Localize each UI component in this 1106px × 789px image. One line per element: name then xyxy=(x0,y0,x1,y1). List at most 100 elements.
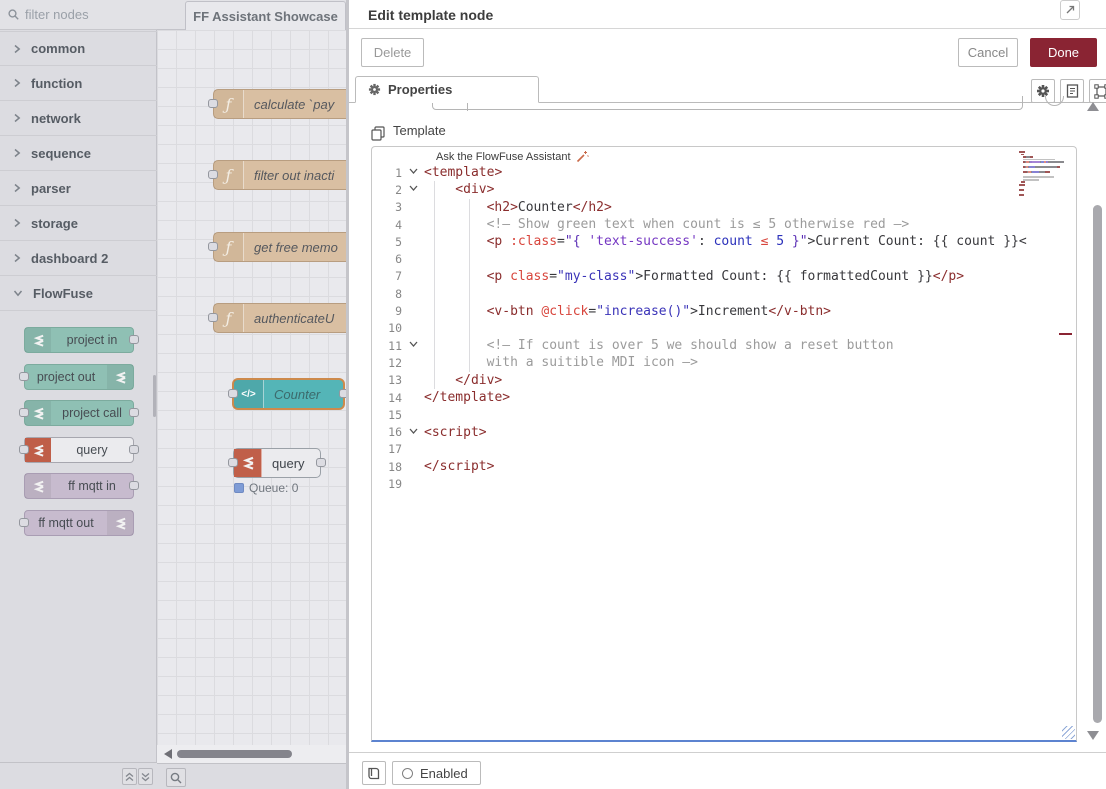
code-text[interactable]: <!— Show green text when count is ≤ 5 ot… xyxy=(424,217,1076,232)
scroll-down-icon[interactable] xyxy=(1087,731,1099,740)
palette-scrollbar[interactable] xyxy=(153,375,156,417)
node-icon-section xyxy=(25,328,51,352)
line-number: 1 xyxy=(372,166,402,180)
fold-gutter[interactable] xyxy=(402,338,424,353)
fold-chevron-icon[interactable] xyxy=(409,427,418,435)
input-port[interactable] xyxy=(228,389,238,398)
flow-node-query[interactable]: query xyxy=(233,448,321,478)
code-text[interactable]: <p class="my-class">Formatted Count: {{ … xyxy=(424,269,1076,284)
palette-category-flowfuse[interactable]: FlowFuse xyxy=(0,276,157,311)
code-line-2[interactable]: 2<div> xyxy=(372,181,1076,198)
code-text[interactable]: <!— If count is over 5 we should show a … xyxy=(424,338,1076,353)
palette-node-project-call[interactable]: project call xyxy=(24,400,134,426)
code-line-16[interactable]: 16<script> xyxy=(372,423,1076,440)
tab-properties[interactable]: Properties xyxy=(355,76,539,103)
expand-all-button[interactable] xyxy=(138,768,153,785)
flow-node-filter-out-inacti[interactable]: ƒfilter out inacti xyxy=(213,160,346,190)
fold-chevron-icon[interactable] xyxy=(409,340,418,348)
editor-resize-handle[interactable] xyxy=(1062,726,1075,739)
workspace-hscrollbar[interactable] xyxy=(157,745,346,763)
palette-category-function[interactable]: function xyxy=(0,66,157,101)
code-text[interactable]: <h2>Counter</h2> xyxy=(424,200,1076,215)
palette-category-dashboard-2[interactable]: dashboard 2 xyxy=(0,241,157,276)
code-line-14[interactable]: 14</template> xyxy=(372,389,1076,406)
code-line-6[interactable]: 6 xyxy=(372,250,1076,267)
palette-filter-input[interactable] xyxy=(25,7,135,22)
input-port[interactable] xyxy=(208,99,218,108)
template-code-editor[interactable]: Ask the FlowFuse Assistant 1 <template>2<… xyxy=(371,146,1077,742)
code-text[interactable]: </script> xyxy=(424,459,1076,474)
code-text[interactable]: <p :class="{ 'text-success': count ≤ 5 }… xyxy=(424,234,1076,249)
code-line-5[interactable]: 5<p :class="{ 'text-success': count ≤ 5 … xyxy=(372,233,1076,250)
output-port[interactable] xyxy=(316,458,326,467)
fold-gutter[interactable] xyxy=(402,182,424,197)
enabled-toggle[interactable]: Enabled xyxy=(392,761,481,785)
fold-chevron-icon[interactable] xyxy=(409,184,418,192)
tab-ff-assistant-showcase[interactable]: FF Assistant Showcase xyxy=(185,1,346,30)
palette-node-project-in[interactable]: project in xyxy=(24,327,134,353)
fold-gutter[interactable] xyxy=(402,165,424,180)
code-line-12[interactable]: 12with a suitible MDI icon —> xyxy=(372,354,1076,371)
palette-node-project-out[interactable]: project out xyxy=(24,364,134,390)
code-line-1[interactable]: 1 <template> xyxy=(372,164,1076,181)
palette-category-storage[interactable]: storage xyxy=(0,206,157,241)
input-port xyxy=(19,372,29,381)
code-line-4[interactable]: 4<!— Show green text when count is ≤ 5 o… xyxy=(372,216,1076,233)
collapse-all-button[interactable] xyxy=(122,768,137,785)
double-chevron-up-icon xyxy=(125,772,134,782)
palette-category-common[interactable]: common xyxy=(0,31,157,66)
code-line-19[interactable]: 19 xyxy=(372,475,1076,492)
code-text[interactable]: with a suitible MDI icon —> xyxy=(424,355,1076,370)
clipped-circle-button[interactable] xyxy=(1045,96,1066,110)
palette-node-ff-mqtt-out[interactable]: ff mqtt out xyxy=(24,510,134,536)
input-port[interactable] xyxy=(208,313,218,322)
code-text[interactable]: <script> xyxy=(424,425,1076,440)
search-flows-button[interactable] xyxy=(166,768,186,787)
code-lines[interactable]: 1 <template>2<div>3<h2>Counter</h2>4<!— S… xyxy=(372,164,1076,493)
palette-search[interactable] xyxy=(0,0,157,30)
code-text[interactable]: <div> xyxy=(424,182,1076,197)
dialog-scrollbar-thumb[interactable] xyxy=(1093,205,1102,723)
line-number: 15 xyxy=(372,408,402,422)
flow-node-calculate-pay[interactable]: ƒcalculate `pay xyxy=(213,89,346,119)
assistant-prompt[interactable]: Ask the FlowFuse Assistant xyxy=(436,150,589,163)
code-line-15[interactable]: 15 xyxy=(372,406,1076,423)
palette-category-sequence[interactable]: sequence xyxy=(0,136,157,171)
code-line-18[interactable]: 18</script> xyxy=(372,458,1076,475)
code-line-3[interactable]: 3<h2>Counter</h2> xyxy=(372,199,1076,216)
done-button[interactable]: Done xyxy=(1030,38,1097,67)
code-line-9[interactable]: 9<v-btn @click="increase()">Increment</v… xyxy=(372,302,1076,319)
palette-node-query[interactable]: query xyxy=(24,437,134,463)
docs-button[interactable] xyxy=(362,761,386,785)
palette-category-network[interactable]: network xyxy=(0,101,157,136)
code-text[interactable]: <v-btn @click="increase()">Increment</v-… xyxy=(424,304,1076,319)
delete-button[interactable]: Delete xyxy=(361,38,424,67)
code-line-11[interactable]: 11<!— If count is over 5 we should show … xyxy=(372,337,1076,354)
input-port[interactable] xyxy=(228,458,238,467)
code-text[interactable]: </div> xyxy=(424,373,1076,388)
code-line-7[interactable]: 7<p class="my-class">Formatted Count: {{… xyxy=(372,268,1076,285)
code-line-8[interactable]: 8 xyxy=(372,285,1076,302)
flow-node-get-free-memo[interactable]: ƒget free memo xyxy=(213,232,346,262)
hscrollbar-thumb[interactable] xyxy=(177,750,292,758)
fold-gutter[interactable] xyxy=(402,425,424,440)
expand-editor-button[interactable] xyxy=(1060,0,1080,20)
fold-chevron-icon[interactable] xyxy=(409,167,418,175)
input-port[interactable] xyxy=(208,170,218,179)
flow-node-Counter[interactable]: </>Counter xyxy=(232,378,345,410)
code-text[interactable]: <template> xyxy=(424,165,1076,180)
chevron-down-icon xyxy=(13,289,23,297)
workspace-tabbar: FF Assistant Showcase xyxy=(157,0,346,30)
code-line-17[interactable]: 17 xyxy=(372,441,1076,458)
scroll-up-icon[interactable] xyxy=(1087,102,1099,111)
flow-node-authenticateU[interactable]: ƒauthenticateU xyxy=(213,303,346,333)
input-port[interactable] xyxy=(208,242,218,251)
appearance-icon-button[interactable] xyxy=(1089,79,1106,103)
palette-category-parser[interactable]: parser xyxy=(0,171,157,206)
code-line-13[interactable]: 13</div> xyxy=(372,372,1076,389)
cancel-button[interactable]: Cancel xyxy=(958,38,1018,67)
output-port[interactable] xyxy=(339,389,346,398)
palette-node-ff-mqtt-in[interactable]: ff mqtt in xyxy=(24,473,134,499)
code-text[interactable]: </template> xyxy=(424,390,1076,405)
code-line-10[interactable]: 10 xyxy=(372,320,1076,337)
